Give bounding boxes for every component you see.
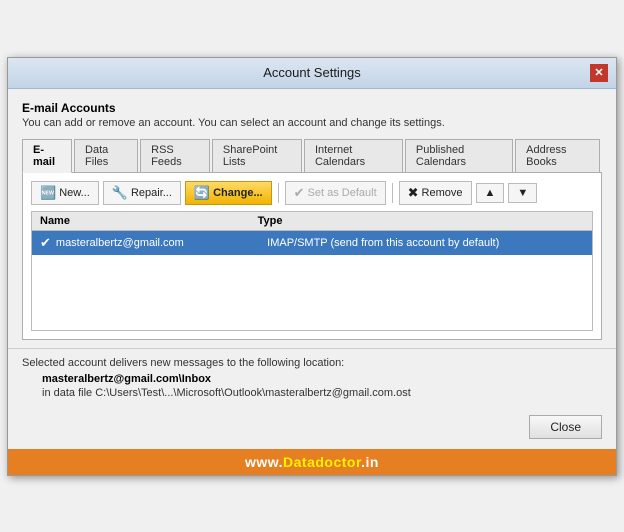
account-check-icon: ✔	[40, 235, 51, 251]
tab-data-files[interactable]: Data Files	[74, 139, 138, 173]
table-row[interactable]: ✔ masteralbertz@gmail.com IMAP/SMTP (sen…	[32, 231, 592, 255]
repair-icon: 🔧	[112, 185, 128, 201]
close-button[interactable]: Close	[529, 415, 602, 439]
tab-address-books[interactable]: Address Books	[515, 139, 600, 173]
watermark-bar: www.Datadoctor.in	[8, 449, 616, 475]
section-description: You can add or remove an account. You ca…	[22, 117, 602, 129]
tab-sharepoint-lists[interactable]: SharePoint Lists	[212, 139, 302, 173]
account-name: masteralbertz@gmail.com	[56, 237, 267, 249]
dialog-title: Account Settings	[34, 65, 590, 80]
account-type: IMAP/SMTP (send from this account by def…	[267, 237, 584, 249]
title-bar: Account Settings ✕	[8, 58, 616, 89]
close-window-button[interactable]: ✕	[590, 64, 608, 82]
tab-email[interactable]: E-mail	[22, 139, 72, 173]
name-column-header: Name	[40, 215, 258, 227]
dialog-footer: Close	[8, 407, 616, 449]
change-button[interactable]: 🔄 Change...	[185, 181, 272, 205]
accounts-table: Name Type ✔ masteralbertz@gmail.com IMAP…	[31, 211, 593, 331]
checkmark-icon: ✔	[294, 185, 305, 201]
repair-button[interactable]: 🔧 Repair...	[103, 181, 181, 205]
dialog-body: E-mail Accounts You can add or remove an…	[8, 89, 616, 348]
remove-icon: ✖	[408, 185, 419, 201]
set-default-button[interactable]: ✔ Set as Default	[285, 181, 386, 205]
tab-rss-feeds[interactable]: RSS Feeds	[140, 139, 210, 173]
toolbar: 🆕 New... 🔧 Repair... 🔄 Change... ✔ Set a…	[31, 181, 593, 205]
separator	[278, 183, 279, 203]
account-settings-dialog: Account Settings ✕ E-mail Accounts You c…	[7, 57, 617, 476]
tab-published-calendars[interactable]: Published Calendars	[405, 139, 513, 173]
remove-button[interactable]: ✖ Remove	[399, 181, 472, 205]
footer-description: Selected account delivers new messages t…	[22, 357, 602, 369]
new-account-button[interactable]: 🆕 New...	[31, 181, 99, 205]
tabs-row: E-mail Data Files RSS Feeds SharePoint L…	[22, 139, 602, 173]
move-up-button[interactable]: ▲	[476, 183, 505, 203]
footer-mailbox-path: masteralbertz@gmail.com\Inbox	[22, 373, 602, 385]
watermark-domain: Datadoctor	[283, 454, 361, 470]
tab-internet-calendars[interactable]: Internet Calendars	[304, 139, 403, 173]
new-icon: 🆕	[40, 185, 56, 201]
change-icon: 🔄	[194, 185, 210, 201]
separator2	[392, 183, 393, 203]
footer-section: Selected account delivers new messages t…	[8, 348, 616, 407]
type-column-header: Type	[258, 215, 584, 227]
footer-data-file-path: in data file C:\Users\Test\...\Microsoft…	[22, 387, 602, 399]
section-header: E-mail Accounts	[22, 101, 602, 115]
move-down-button[interactable]: ▼	[508, 183, 537, 203]
tab-content-email: 🆕 New... 🔧 Repair... 🔄 Change... ✔ Set a…	[22, 173, 602, 340]
table-header: Name Type	[32, 212, 592, 231]
watermark-text: www.Datadoctor.in	[245, 454, 379, 470]
